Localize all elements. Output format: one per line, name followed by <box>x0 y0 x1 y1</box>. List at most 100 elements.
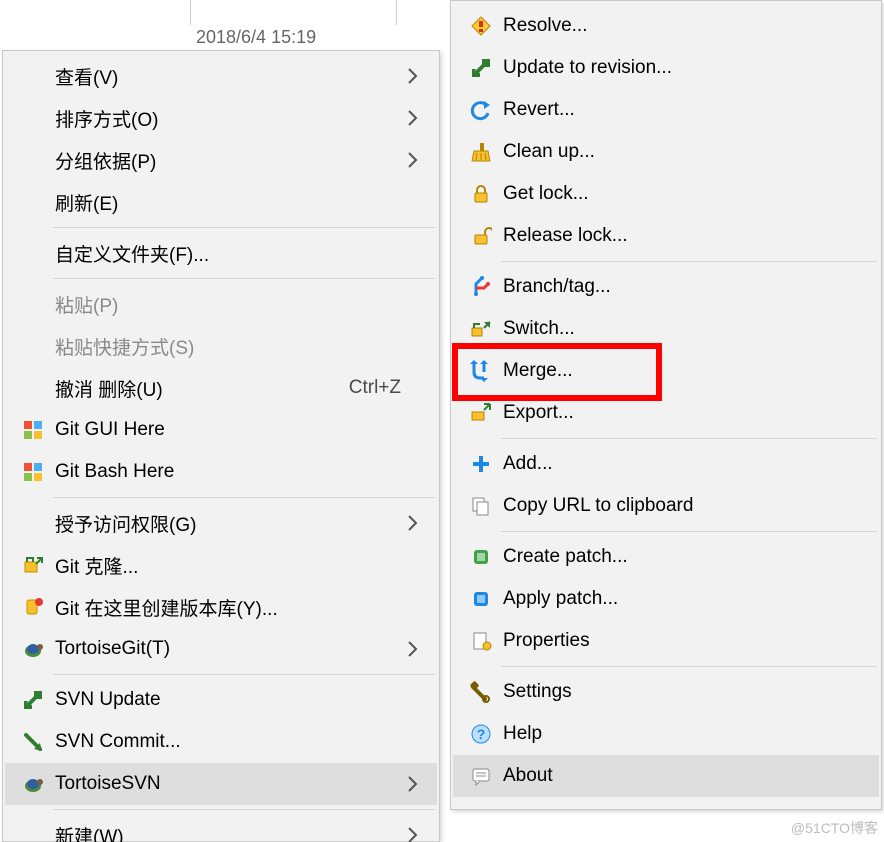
menu-item-copy-url-to-clipboard[interactable]: Copy URL to clipboard <box>453 485 879 527</box>
menu-item-label: Properties <box>499 630 867 652</box>
export-icon <box>463 392 499 434</box>
menu-item-label: Git Bash Here <box>51 461 425 483</box>
menu-item-s: 粘贴快捷方式(S) <box>5 325 437 367</box>
menu-item-p[interactable]: 分组依据(P) <box>5 139 437 181</box>
menu-item-help[interactable]: ?Help <box>453 713 879 755</box>
menu-item-label: About <box>499 765 867 787</box>
icon-empty <box>15 325 51 367</box>
add-icon <box>463 443 499 485</box>
menu-item-tortoisegit-t[interactable]: TortoiseGit(T) <box>5 628 437 670</box>
svn-commit-icon <box>15 721 51 763</box>
menu-item-merge[interactable]: Merge... <box>453 350 879 392</box>
menu-item-label: Resolve... <box>499 15 867 37</box>
menu-item-label: SVN Commit... <box>51 731 425 753</box>
cleanup-icon <box>463 131 499 173</box>
merge-icon <box>463 350 499 392</box>
menu-item-properties[interactable]: Properties <box>453 620 879 662</box>
menu-item-label: 授予访问权限(G) <box>51 510 407 537</box>
svn-update-icon <box>15 679 51 721</box>
menu-item-label: Settings <box>499 681 867 703</box>
submenu-arrow-icon <box>407 640 425 658</box>
menu-item-label: Release lock... <box>499 225 867 247</box>
watermark: @51CTO博客 <box>791 818 878 838</box>
icon-empty <box>15 181 51 223</box>
menu-item-revert[interactable]: Revert... <box>453 89 879 131</box>
menu-item-clean-up[interactable]: Clean up... <box>453 131 879 173</box>
menu-item-apply-patch[interactable]: Apply patch... <box>453 578 879 620</box>
help-icon: ? <box>463 713 499 755</box>
svg-text:?: ? <box>477 726 486 742</box>
unlock-icon <box>463 215 499 257</box>
menu-item-label: Copy URL to clipboard <box>499 495 867 517</box>
tortoisegit-icon <box>15 628 51 670</box>
menu-item-switch[interactable]: Switch... <box>453 308 879 350</box>
icon-empty <box>15 232 51 274</box>
menu-item-label: Merge... <box>499 360 867 382</box>
menu-item-label: Add... <box>499 453 867 475</box>
menu-item-label: TortoiseGit(T) <box>51 638 407 660</box>
menu-item-get-lock[interactable]: Get lock... <box>453 173 879 215</box>
menu-item-settings[interactable]: Settings <box>453 671 879 713</box>
menu-item-label: 撤消 删除(U) <box>51 375 349 402</box>
menu-item-tortoisesvn[interactable]: TortoiseSVN <box>5 763 437 805</box>
submenu-arrow-icon <box>407 775 425 793</box>
icon-empty <box>15 55 51 97</box>
menu-item-p: 粘贴(P) <box>5 283 437 325</box>
menu-item-v[interactable]: 查看(V) <box>5 55 437 97</box>
menu-item-o[interactable]: 排序方式(O) <box>5 97 437 139</box>
menu-item-label: Switch... <box>499 318 867 340</box>
menu-item-label: 粘贴(P) <box>51 291 425 318</box>
menu-item-label: Git 克隆... <box>51 552 425 579</box>
menu-item-add[interactable]: Add... <box>453 443 879 485</box>
menu-item-svn-update[interactable]: SVN Update <box>5 679 437 721</box>
menu-item-label: Git GUI Here <box>51 419 425 441</box>
menu-item-svn-commit[interactable]: SVN Commit... <box>5 721 437 763</box>
revert-icon <box>463 89 499 131</box>
menu-item-label: SVN Update <box>51 689 425 711</box>
menu-item-label: Branch/tag... <box>499 276 867 298</box>
menu-item-git[interactable]: Git 克隆... <box>5 544 437 586</box>
context-menu-tortoisesvn: Resolve... Update to revision...Revert...… <box>450 0 882 810</box>
menu-item-label: 查看(V) <box>51 63 407 90</box>
icon-empty <box>15 283 51 325</box>
menu-item-label: 刷新(E) <box>51 189 425 216</box>
menu-item-branch-tag[interactable]: Branch/tag... <box>453 266 879 308</box>
properties-icon <box>463 620 499 662</box>
menu-item-resolve[interactable]: Resolve... <box>453 5 879 47</box>
menu-item-about[interactable]: About <box>453 755 879 797</box>
file-date: 2018/6/4 15:19 <box>196 27 316 48</box>
lock-icon <box>463 173 499 215</box>
switch-icon <box>463 308 499 350</box>
menu-item-label: Get lock... <box>499 183 867 205</box>
submenu-arrow-icon <box>407 109 425 127</box>
menu-item-git-bash-here[interactable]: Git Bash Here <box>5 451 437 493</box>
menu-item-w[interactable]: 新建(W) <box>5 814 437 842</box>
resolve-icon <box>463 5 499 47</box>
branch-icon <box>463 266 499 308</box>
menu-item-export[interactable]: Export... <box>453 392 879 434</box>
menu-item-release-lock[interactable]: Release lock... <box>453 215 879 257</box>
menu-item-g[interactable]: 授予访问权限(G) <box>5 502 437 544</box>
menu-item-label: Export... <box>499 402 867 424</box>
git-clone-icon <box>15 544 51 586</box>
update-rev-icon <box>463 47 499 89</box>
menu-item-label: Apply patch... <box>499 588 867 610</box>
about-icon <box>463 755 499 797</box>
icon-empty <box>15 367 51 409</box>
menu-item-git-y[interactable]: Git 在这里创建版本库(Y)... <box>5 586 437 628</box>
menu-item-create-patch[interactable]: Create patch... <box>453 536 879 578</box>
icon-empty <box>15 139 51 181</box>
menu-item-update-to-revision[interactable]: Update to revision... <box>453 47 879 89</box>
menu-item-label: TortoiseSVN <box>51 773 407 795</box>
menu-item-e[interactable]: 刷新(E) <box>5 181 437 223</box>
menu-item-u[interactable]: 撤消 删除(U)Ctrl+Z <box>5 367 437 409</box>
menu-item-f[interactable]: 自定义文件夹(F)... <box>5 232 437 274</box>
icon-empty <box>15 502 51 544</box>
icon-empty <box>15 814 51 842</box>
menu-item-label: 粘贴快捷方式(S) <box>51 333 425 360</box>
submenu-arrow-icon <box>407 514 425 532</box>
menu-item-git-gui-here[interactable]: Git GUI Here <box>5 409 437 451</box>
menu-item-label: Git 在这里创建版本库(Y)... <box>51 594 425 621</box>
git-init-icon <box>15 586 51 628</box>
menu-item-label: 排序方式(O) <box>51 105 407 132</box>
